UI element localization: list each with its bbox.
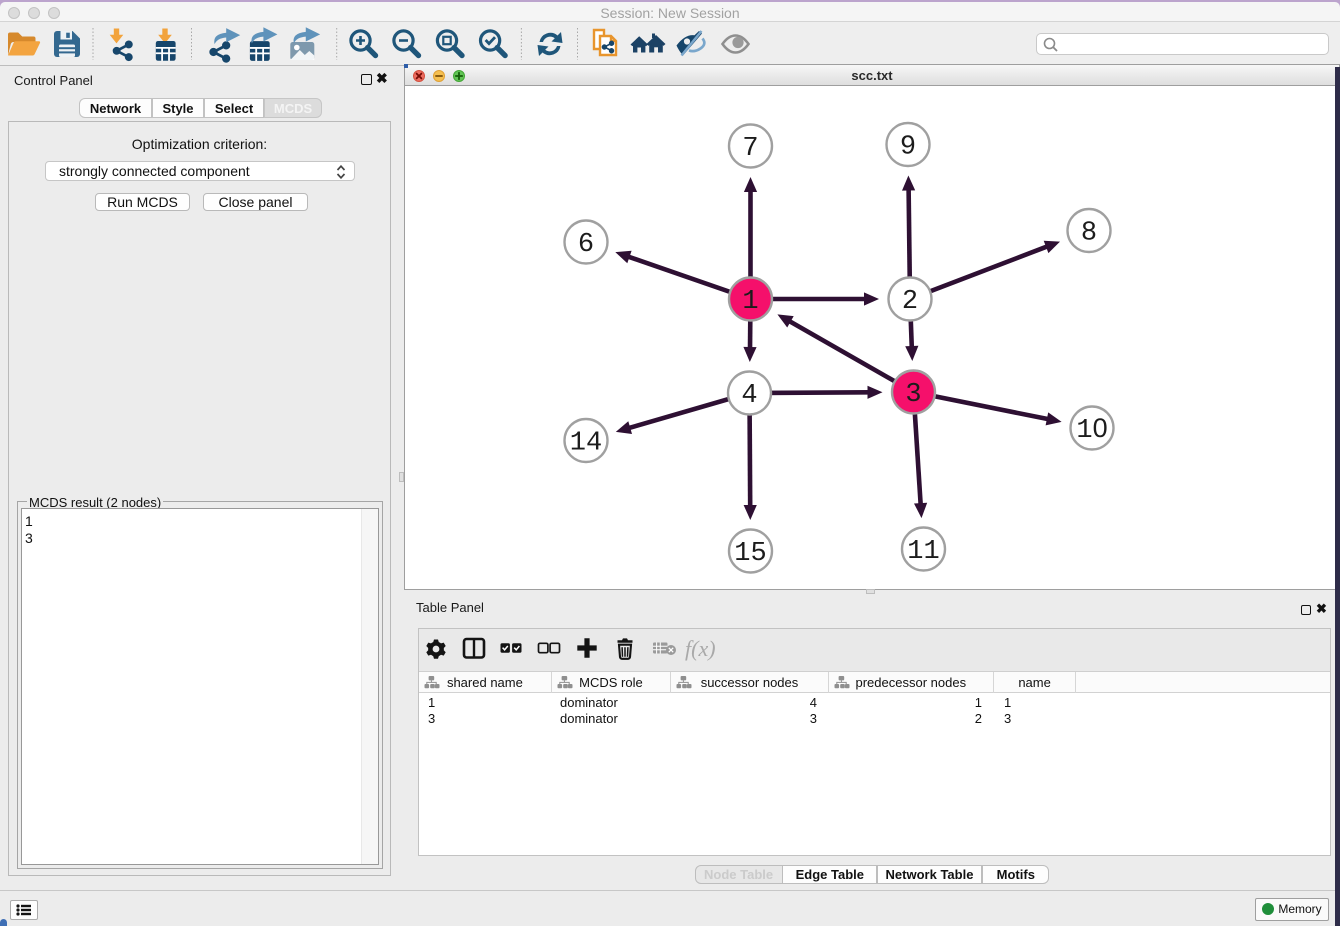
svg-text:8: 8 (1081, 219, 1097, 249)
svg-text:2: 2 (902, 287, 918, 317)
svg-text:10: 10 (1076, 413, 1107, 446)
svg-text:4: 4 (741, 381, 757, 411)
svg-text:11: 11 (907, 537, 939, 567)
svg-text:3: 3 (905, 380, 921, 410)
svg-text:1: 1 (742, 287, 758, 317)
svg-text:7: 7 (742, 134, 758, 164)
svg-text:14: 14 (570, 429, 602, 459)
svg-text:15: 15 (734, 539, 766, 569)
svg-text:9: 9 (900, 133, 916, 163)
svg-text:f(x): f(x) (685, 636, 716, 661)
svg-text:6: 6 (578, 230, 594, 260)
